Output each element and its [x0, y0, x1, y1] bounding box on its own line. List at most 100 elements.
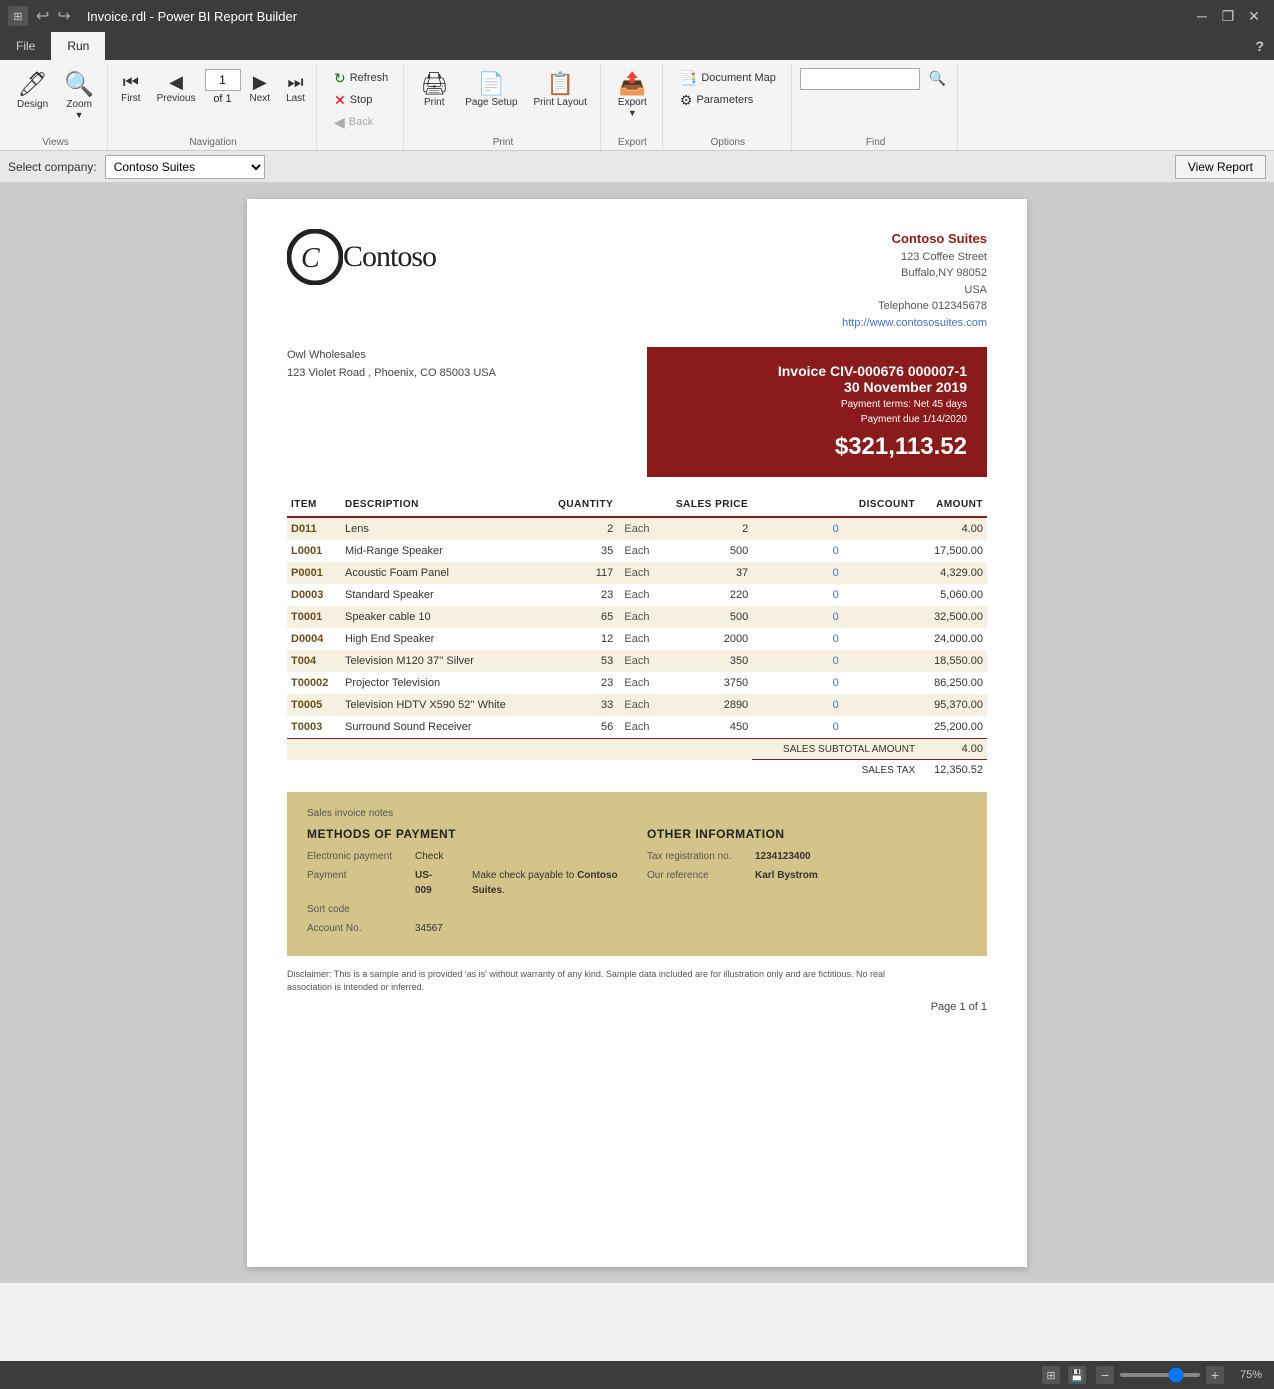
view-report-button[interactable]: View Report — [1175, 155, 1266, 179]
last-icon: ⏭ — [287, 73, 303, 91]
account-value: 34567 — [415, 921, 443, 936]
zoom-button[interactable]: 🔍 Zoom ▼ — [57, 68, 101, 125]
app-icon-undo[interactable]: ↩ — [36, 6, 49, 26]
print-layout-label: Print Layout — [534, 97, 587, 108]
col-sales-price: SALES PRICE — [657, 493, 753, 517]
back-button[interactable]: ◀ Back — [325, 112, 382, 132]
restore-button[interactable]: ❐ — [1216, 4, 1240, 28]
tab-run[interactable]: Run — [51, 32, 105, 60]
tax-reg-label: Tax registration no. — [647, 849, 747, 864]
back-icon: ◀ — [334, 115, 345, 129]
ribbon-group-options: 📑 Document Map ⚙ Parameters Options — [665, 64, 792, 150]
ribbon-tabs: File Run ? — [0, 32, 1274, 60]
company-select[interactable]: Contoso Suites Fabrikam Northwind — [105, 155, 265, 179]
invoice-header: C Contoso Contoso Suites 123 Coffee Stre… — [287, 229, 987, 331]
table-row: T0005 Television HDTV X590 52'' White 33… — [287, 694, 987, 716]
tab-file[interactable]: File — [0, 32, 51, 60]
subtotal-label: SALES SUBTOTAL AMOUNT — [752, 739, 919, 760]
notes-columns: METHODS OF PAYMENT Electronic payment Ch… — [307, 827, 967, 940]
payment-label: Payment — [307, 868, 407, 898]
logo-area: C Contoso — [287, 229, 436, 285]
notes-section: Sales invoice notes METHODS OF PAYMENT E… — [287, 792, 987, 956]
zoom-label: 75% — [1230, 1369, 1262, 1381]
invoice-box: Invoice CIV-000676 000007-1 30 November … — [647, 347, 987, 477]
help-icon[interactable]: ? — [1245, 32, 1274, 60]
table-row: D0004 High End Speaker 12 Each 2000 0 24… — [287, 628, 987, 650]
cell-description: Projector Television — [341, 672, 542, 694]
cell-qty: 35 — [542, 540, 617, 562]
tax-row: SALES TAX 12,350.52 — [287, 760, 987, 781]
notes-title: Sales invoice notes — [307, 808, 967, 819]
company-phone: Telephone 012345678 — [842, 298, 987, 315]
stop-icon: ✕ — [334, 93, 346, 107]
cell-qty: 56 — [542, 716, 617, 739]
design-label: Design — [17, 99, 48, 110]
print-button[interactable]: 🖨 Print — [412, 68, 456, 113]
print-layout-button[interactable]: 📋 Print Layout — [527, 68, 594, 113]
cell-sales-price: 450 — [657, 716, 753, 739]
design-button[interactable]: 🖊 Design — [10, 68, 55, 115]
company-info: Contoso Suites 123 Coffee Street Buffalo… — [842, 229, 987, 331]
ribbon-group-refresh: ↻ Refresh ✕ Stop ◀ Back — [319, 64, 404, 150]
disclaimer: Disclaimer: This is a sample and is prov… — [287, 968, 887, 993]
last-label: Last — [286, 93, 305, 104]
page-setup-button[interactable]: 📄 Page Setup — [458, 68, 524, 113]
views-group-label: Views — [4, 137, 107, 148]
stop-button[interactable]: ✕ Stop — [325, 90, 381, 110]
status-bar: ⊞ 💾 − + 75% — [0, 1361, 1274, 1389]
app-icon-redo[interactable]: ↪ — [57, 6, 70, 26]
billing-section: Owl Wholesales 123 Violet Road , Phoenix… — [287, 347, 987, 477]
print-label: Print — [424, 97, 445, 108]
status-icon-1: ⊞ — [1042, 1366, 1060, 1384]
our-ref-value: Karl Bystrom — [755, 868, 818, 883]
page-input[interactable] — [205, 69, 241, 91]
document-map-button[interactable]: 📑 Document Map — [671, 68, 785, 88]
cell-item: P0001 — [287, 562, 341, 584]
app-icon: ⊞ — [8, 6, 28, 26]
zoom-slider[interactable] — [1120, 1373, 1200, 1377]
zoom-in-button[interactable]: + — [1206, 1366, 1224, 1384]
next-button[interactable]: ▶ Next — [243, 68, 278, 109]
cell-discount: 0 — [752, 562, 919, 584]
cell-amount: 86,250.00 — [919, 672, 987, 694]
cell-unit: Each — [617, 540, 656, 562]
col-item: ITEM — [287, 493, 341, 517]
cell-sales-price: 2 — [657, 517, 753, 540]
cell-qty: 12 — [542, 628, 617, 650]
report-page: C Contoso Contoso Suites 123 Coffee Stre… — [247, 199, 1027, 1267]
minimize-button[interactable]: ─ — [1190, 4, 1214, 28]
cell-qty: 23 — [542, 672, 617, 694]
cell-amount: 25,200.00 — [919, 716, 987, 739]
col-discount: DISCOUNT — [752, 493, 919, 517]
parameters-button[interactable]: ⚙ Parameters — [671, 90, 762, 110]
cell-unit: Each — [617, 694, 656, 716]
close-button[interactable]: ✕ — [1242, 4, 1266, 28]
find-input[interactable] — [800, 68, 920, 90]
cell-discount: 0 — [752, 650, 919, 672]
previous-button[interactable]: ◀ Previous — [150, 68, 203, 109]
refresh-button[interactable]: ↻ Refresh — [325, 68, 397, 88]
print-items: 🖨 Print 📄 Page Setup 📋 Print Layout — [412, 64, 594, 131]
cell-unit: Each — [617, 672, 656, 694]
zoom-out-button[interactable]: − — [1096, 1366, 1114, 1384]
svg-text:C: C — [301, 243, 320, 274]
last-button[interactable]: ⏭ Last — [279, 68, 312, 109]
page-of-label: of 1 — [213, 93, 231, 105]
company-address1: 123 Coffee Street — [842, 249, 987, 266]
cell-description: Television HDTV X590 52'' White — [341, 694, 542, 716]
company-address3: USA — [842, 282, 987, 299]
company-website: http://www.contososuites.com — [842, 315, 987, 332]
cell-item: T0001 — [287, 606, 341, 628]
cell-description: High End Speaker — [341, 628, 542, 650]
export-button[interactable]: 📤 Export ▼ — [610, 68, 654, 123]
cell-qty: 23 — [542, 584, 617, 606]
notes-payment-col: METHODS OF PAYMENT Electronic payment Ch… — [307, 827, 627, 940]
print-layout-icon: 📋 — [546, 73, 573, 95]
first-button[interactable]: ⏮ First — [114, 68, 147, 109]
back-label: Back — [349, 116, 373, 128]
company-name: Contoso Suites — [842, 229, 987, 249]
design-icon: 🖊 — [17, 73, 47, 97]
find-button[interactable]: 🔍 — [924, 68, 951, 90]
cell-item: T004 — [287, 650, 341, 672]
previous-label: Previous — [157, 93, 196, 104]
